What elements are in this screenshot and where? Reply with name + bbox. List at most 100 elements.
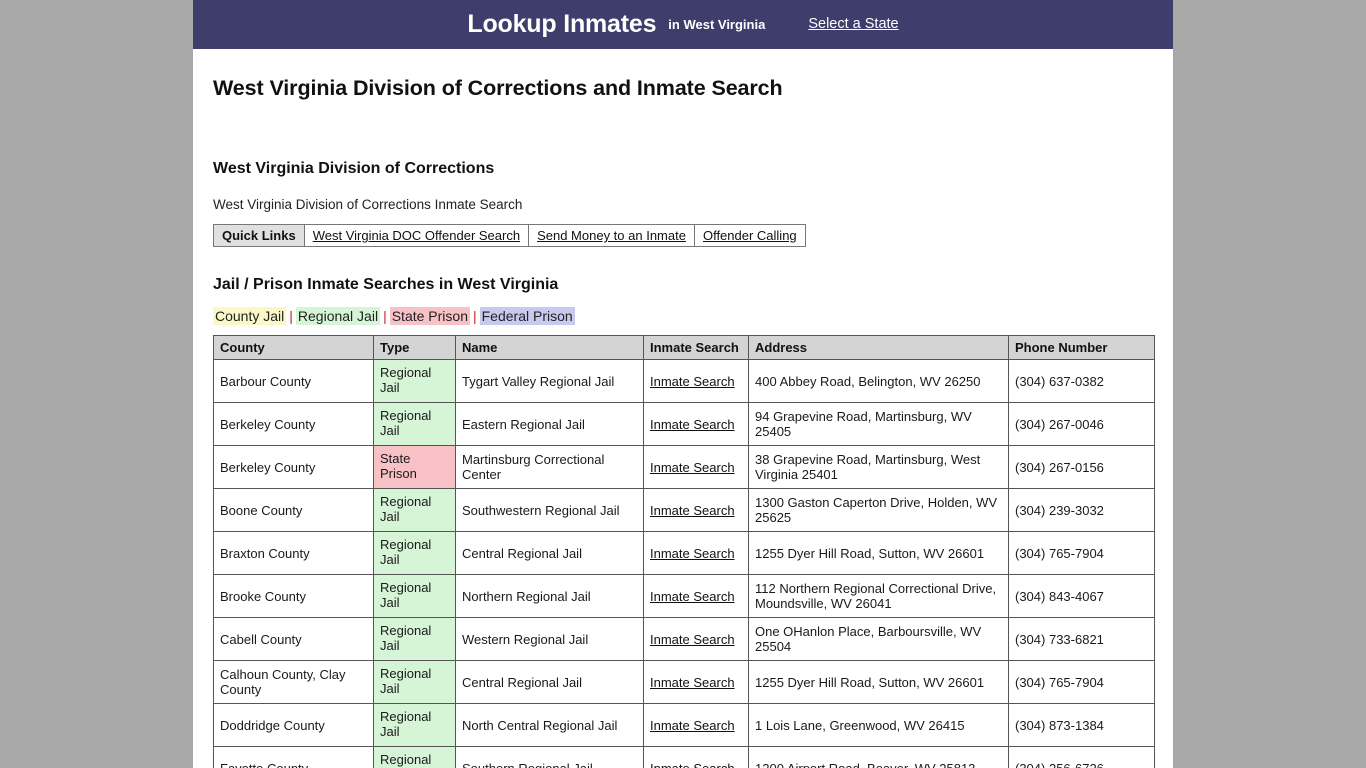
cell-name: Martinsburg Correctional Center xyxy=(455,445,644,489)
cell-type-text: Regional Jail xyxy=(380,752,432,768)
table-body: Barbour County Regional Jail Tygart Valley… xyxy=(213,359,1155,768)
cell-inmate-search: Inmate Search xyxy=(643,531,749,575)
cell-county-text: Calhoun County, Clay County xyxy=(220,667,346,697)
doc-section-description: West Virginia Division of Corrections In… xyxy=(213,197,523,212)
cell-name-text: Central Regional Jail xyxy=(462,674,582,690)
quick-link-doc-offender-search[interactable]: West Virginia DOC Offender Search xyxy=(313,228,520,243)
cell-phone-text: (304) 733-6821 xyxy=(1015,631,1104,647)
cell-phone-text: (304) 239-3032 xyxy=(1015,502,1104,518)
inmate-search-link[interactable]: Inmate Search xyxy=(650,503,735,518)
inmate-search-link[interactable]: Inmate Search xyxy=(650,374,735,389)
cell-address: 112 Northern Regional Correctional Drive… xyxy=(748,574,1009,618)
inmate-search-link[interactable]: Inmate Search xyxy=(650,761,735,768)
cell-address-text: One OHanlon Place, Barboursville, WV 255… xyxy=(755,624,982,654)
cell-name-text: Southwestern Regional Jail xyxy=(462,502,620,518)
cell-phone: (304) 765-7904 xyxy=(1008,531,1155,575)
cell-phone: (304) 267-0046 xyxy=(1008,402,1155,446)
cell-address: One OHanlon Place, Barboursville, WV 255… xyxy=(748,617,1009,661)
cell-phone-text: (304) 765-7904 xyxy=(1015,545,1104,561)
cell-name-text: Eastern Regional Jail xyxy=(462,416,585,432)
cell-county: Berkeley County xyxy=(213,445,374,489)
cell-inmate-search: Inmate Search xyxy=(643,488,749,532)
column-header-phone: Phone Number xyxy=(1008,335,1155,360)
cell-phone-text: (304) 267-0046 xyxy=(1015,416,1104,432)
cell-address-text: 94 Grapevine Road, Martinsburg, WV 25405 xyxy=(755,409,972,439)
cell-type: Regional Jail xyxy=(373,617,456,661)
cell-inmate-search: Inmate Search xyxy=(643,703,749,747)
cell-phone-text: (304) 843-4067 xyxy=(1015,588,1104,604)
cell-type: Regional Jail xyxy=(373,703,456,747)
cell-name: North Central Regional Jail xyxy=(455,703,644,747)
column-header-inmate-search: Inmate Search xyxy=(643,335,749,360)
column-header-type: Type xyxy=(373,335,456,360)
cell-type-text: Regional Jail xyxy=(380,494,432,524)
cell-county-text: Doddridge County xyxy=(220,717,325,733)
inmate-search-link[interactable]: Inmate Search xyxy=(650,718,735,733)
cell-name-text: North Central Regional Jail xyxy=(462,717,618,733)
jail-section-heading: Jail / Prison Inmate Searches in West Vi… xyxy=(213,276,559,293)
cell-county: Brooke County xyxy=(213,574,374,618)
cell-address-text: 1255 Dyer Hill Road, Sutton, WV 26601 xyxy=(755,545,985,561)
cell-county-text: Fayette County xyxy=(220,760,309,768)
inmate-search-link[interactable]: Inmate Search xyxy=(650,417,735,432)
cell-county: Calhoun County, Clay County xyxy=(213,660,374,704)
cell-phone: (304) 733-6821 xyxy=(1008,617,1155,661)
quick-links-label: Quick Links xyxy=(214,225,305,246)
cell-type: Regional Jail xyxy=(373,574,456,618)
cell-phone: (304) 873-1384 xyxy=(1008,703,1155,747)
cell-county-text: Berkeley County xyxy=(220,459,316,475)
cell-phone-text: (304) 256-6726 xyxy=(1015,760,1104,768)
cell-name: Central Regional Jail xyxy=(455,660,644,704)
main-content: West Virginia Division of Corrections an… xyxy=(193,76,1173,768)
cell-inmate-search: Inmate Search xyxy=(643,445,749,489)
cell-name-text: Northern Regional Jail xyxy=(462,588,591,604)
cell-address: 1255 Dyer Hill Road, Sutton, WV 26601 xyxy=(748,531,1009,575)
cell-type-text: Regional Jail xyxy=(380,537,432,567)
cell-name: Eastern Regional Jail xyxy=(455,402,644,446)
cell-address-text: 1300 Gaston Caperton Drive, Holden, WV 2… xyxy=(755,495,998,525)
cell-phone-text: (304) 873-1384 xyxy=(1015,717,1104,733)
cell-county: Braxton County xyxy=(213,531,374,575)
cell-name: Tygart Valley Regional Jail xyxy=(455,359,644,403)
cell-county-text: Boone County xyxy=(220,502,303,518)
inmate-search-link[interactable]: Inmate Search xyxy=(650,632,735,647)
inmate-search-link[interactable]: Inmate Search xyxy=(650,675,735,690)
cell-phone: (304) 637-0382 xyxy=(1008,359,1155,403)
cell-name-text: Tygart Valley Regional Jail xyxy=(462,373,615,389)
inmate-search-link[interactable]: Inmate Search xyxy=(650,460,735,475)
select-a-state-link[interactable]: Select a State xyxy=(808,17,898,32)
cell-county: Cabell County xyxy=(213,617,374,661)
cell-phone: (304) 256-6726 xyxy=(1008,746,1155,768)
cell-phone-text: (304) 267-0156 xyxy=(1015,459,1104,475)
legend-separator: | xyxy=(472,308,477,324)
inmate-search-link[interactable]: Inmate Search xyxy=(650,589,735,604)
cell-phone: (304) 267-0156 xyxy=(1008,445,1155,489)
cell-inmate-search: Inmate Search xyxy=(643,660,749,704)
cell-type-text: Regional Jail xyxy=(380,709,432,739)
inmate-search-link[interactable]: Inmate Search xyxy=(650,546,735,561)
cell-county: Fayette County xyxy=(213,746,374,768)
table-row: Brooke County Regional Jail Northern Regio… xyxy=(213,574,1155,618)
cell-type-text: Regional Jail xyxy=(380,365,432,395)
site-banner: Lookup Inmates in West Virginia Select a… xyxy=(193,0,1173,49)
cell-county: Boone County xyxy=(213,488,374,532)
cell-type: Regional Jail xyxy=(373,660,456,704)
cell-type-text: Regional Jail xyxy=(380,623,432,653)
cell-type: State Prison xyxy=(373,445,456,489)
cell-phone: (304) 765-7904 xyxy=(1008,660,1155,704)
table-row: Boone County Regional Jail Southwestern Re… xyxy=(213,488,1155,532)
cell-address: 38 Grapevine Road, Martinsburg, West Vir… xyxy=(748,445,1009,489)
cell-county-text: Brooke County xyxy=(220,588,306,604)
legend-separator: | xyxy=(383,308,387,324)
cell-phone-text: (304) 637-0382 xyxy=(1015,373,1104,389)
cell-type-text: Regional Jail xyxy=(380,580,432,610)
quick-links-bar: Quick Links West Virginia DOC Offender S… xyxy=(213,224,806,247)
cell-name-text: Central Regional Jail xyxy=(462,545,582,561)
cell-type-text: State Prison xyxy=(380,451,417,481)
cell-type: Regional Jail xyxy=(373,488,456,532)
cell-county: Berkeley County xyxy=(213,402,374,446)
table-row: Braxton County Regional Jail Central Regio… xyxy=(213,531,1155,575)
quick-link-send-money[interactable]: Send Money to an Inmate xyxy=(537,228,686,243)
legend-county-jail: County Jail xyxy=(213,307,287,325)
quick-link-offender-calling[interactable]: Offender Calling xyxy=(703,228,797,243)
